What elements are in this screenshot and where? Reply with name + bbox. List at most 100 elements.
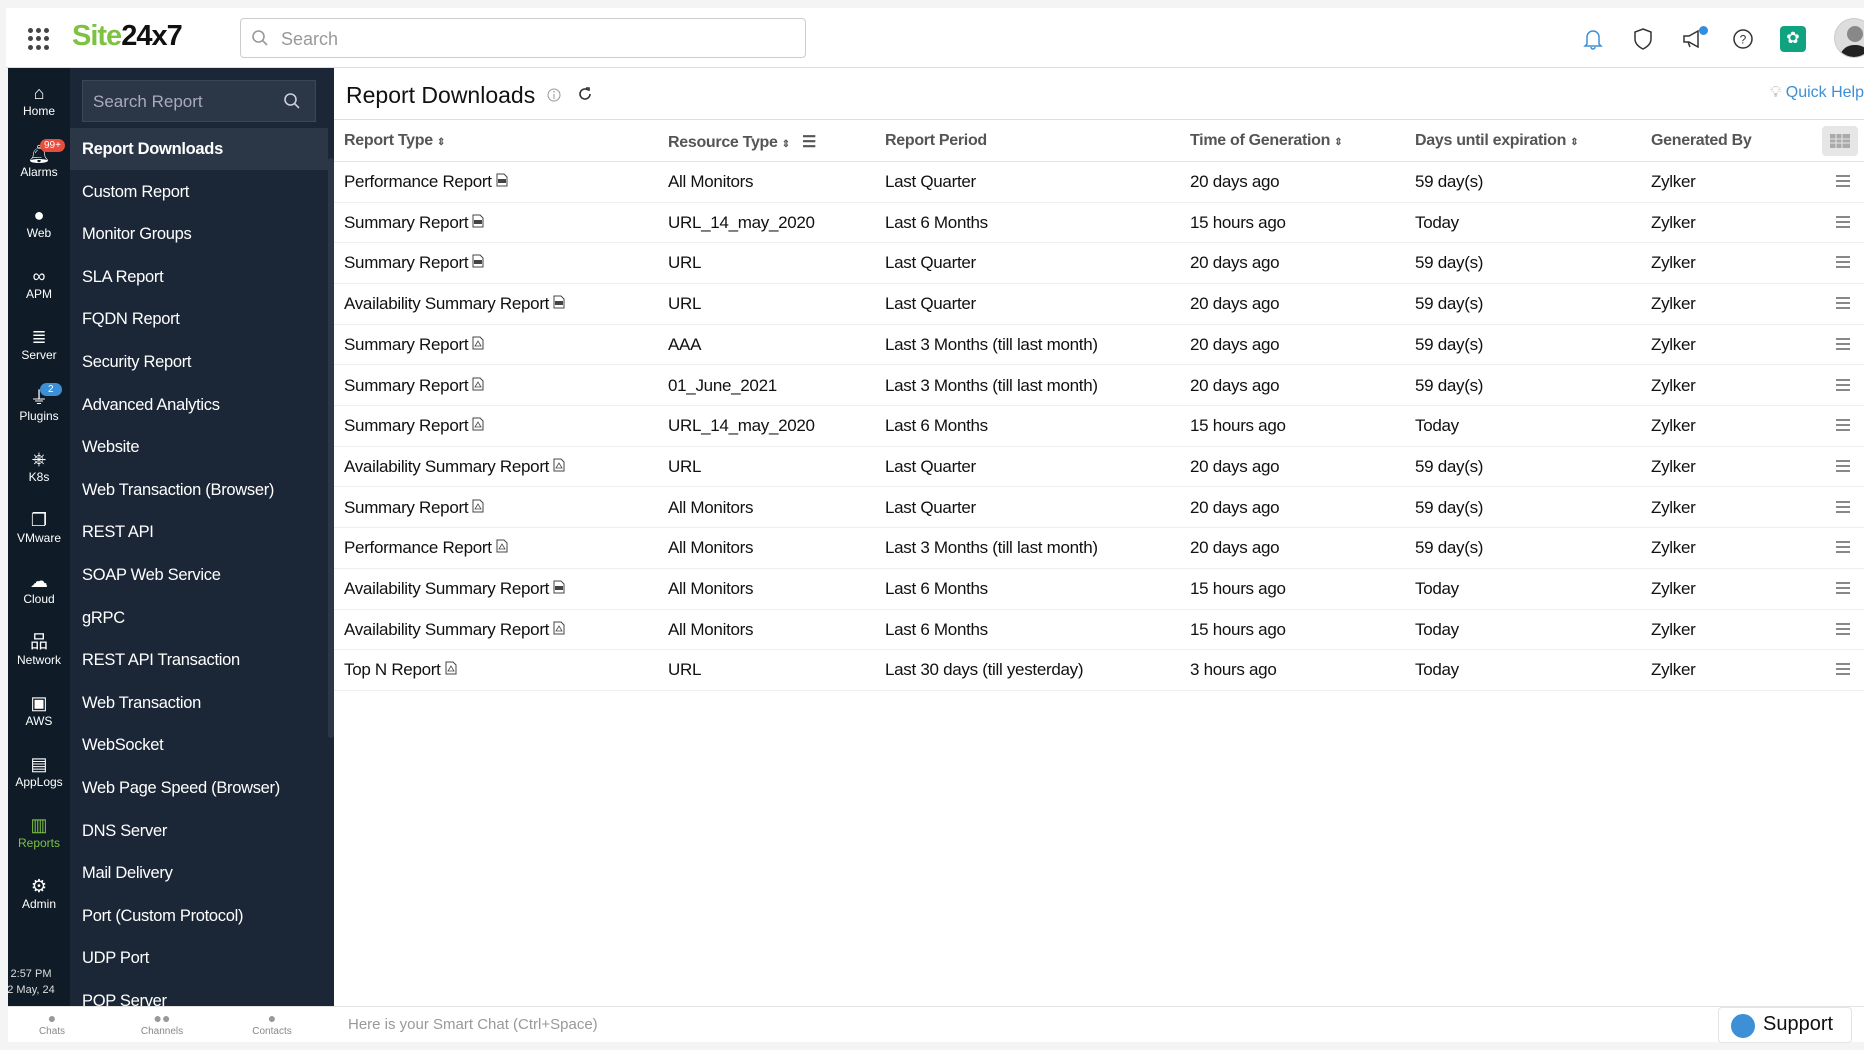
contacts-tab[interactable]: ● Contacts <box>242 1010 302 1037</box>
menu-item[interactable]: WebSocket <box>70 724 328 766</box>
report-type[interactable]: Top N Report <box>344 660 457 680</box>
table-row[interactable]: Summary Report URL_14_may_2020 Last 6 Mont… <box>334 406 1864 447</box>
pdf-file-icon[interactable] <box>472 376 484 396</box>
shield-icon[interactable] <box>1630 26 1656 52</box>
report-type[interactable]: Availability Summary Report <box>344 579 565 599</box>
pdf-file-icon[interactable] <box>496 538 508 558</box>
menu-item[interactable]: Report Downloads <box>70 128 328 170</box>
column-header[interactable]: Resource Type ⇕ ☰ <box>668 132 816 152</box>
table-row[interactable]: Summary Report URL Last Quarter 20 days ago… <box>334 243 1864 284</box>
report-type[interactable]: Performance Report <box>344 538 508 558</box>
column-header[interactable]: Time of Generation ⇕ <box>1190 132 1343 150</box>
report-type[interactable]: Summary Report <box>344 335 484 355</box>
rail-item-cloud[interactable]: ☁ Cloud <box>8 570 70 606</box>
refresh-icon[interactable] <box>576 85 594 103</box>
channels-tab[interactable]: ●● Channels <box>132 1010 192 1037</box>
menu-item[interactable]: Advanced Analytics <box>70 384 328 426</box>
avatar[interactable] <box>1834 18 1864 58</box>
quick-help-link[interactable]: 💡︎ Quick Help <box>1770 84 1864 102</box>
sort-icon[interactable]: ⇕ <box>1570 137 1578 148</box>
menu-item[interactable]: gRPC <box>70 597 328 639</box>
menu-item[interactable]: SLA Report <box>70 256 328 298</box>
menu-item[interactable]: Security Report <box>70 341 328 383</box>
rail-item-admin[interactable]: ⚙ Admin <box>8 875 70 911</box>
rail-item-home[interactable]: ⌂ Home <box>8 82 70 118</box>
column-header[interactable]: Days until expiration ⇕ <box>1415 132 1579 150</box>
support-button[interactable]: Support <box>1718 1007 1852 1043</box>
report-type[interactable]: Summary Report <box>344 498 484 518</box>
rail-item-plugins[interactable]: ⏚ Plugins 2 <box>8 383 70 423</box>
column-header[interactable]: Report Period <box>885 132 987 150</box>
row-menu-icon[interactable] <box>1836 459 1850 475</box>
menu-item[interactable]: Port (Custom Protocol) <box>70 895 328 937</box>
search-report-input[interactable]: Search Report <box>82 80 316 122</box>
menu-item[interactable]: Website <box>70 426 328 468</box>
column-settings-button[interactable] <box>1822 126 1858 156</box>
row-menu-icon[interactable] <box>1836 582 1850 597</box>
row-menu-icon[interactable] <box>1836 215 1850 231</box>
rail-item-applogs[interactable]: ▤ AppLogs <box>8 753 70 789</box>
report-type[interactable]: Performance Report <box>344 172 508 192</box>
table-row[interactable]: Summary Report AAA Last 3 Months (till las… <box>334 325 1864 366</box>
sort-icon[interactable]: ⇕ <box>437 137 445 148</box>
row-menu-icon[interactable] <box>1836 337 1850 353</box>
table-row[interactable]: Availability Summary Report All Monitors L… <box>334 610 1864 651</box>
table-row[interactable]: Performance Report All Monitors Last Quart… <box>334 162 1864 203</box>
menu-item[interactable]: REST API Transaction <box>70 639 328 681</box>
table-row[interactable]: Summary Report 01_June_2021 Last 3 Months … <box>334 366 1864 406</box>
report-type[interactable]: Summary Report <box>344 416 484 436</box>
menu-item[interactable]: DNS Server <box>70 810 328 852</box>
menu-item[interactable]: Custom Report <box>70 171 328 213</box>
menu-item[interactable]: POP Server <box>70 980 328 1006</box>
row-menu-icon[interactable] <box>1836 175 1850 190</box>
menu-item[interactable]: Web Transaction (Browser) <box>70 469 328 511</box>
row-menu-icon[interactable] <box>1836 378 1850 394</box>
rail-item-vmware[interactable]: ❐ VMware <box>8 509 70 545</box>
csv-file-icon[interactable] <box>472 253 484 273</box>
row-menu-icon[interactable] <box>1836 256 1850 271</box>
csv-file-icon[interactable] <box>496 172 508 192</box>
menu-item[interactable]: Web Page Speed (Browser) <box>70 767 328 809</box>
global-search-input[interactable]: Search <box>240 18 806 58</box>
report-type[interactable]: Availability Summary Report <box>344 294 565 314</box>
rail-item-web[interactable]: ● Web <box>8 204 70 240</box>
chats-tab[interactable]: ● Chats <box>22 1010 82 1037</box>
pdf-file-icon[interactable] <box>472 335 484 355</box>
smart-chat-input[interactable]: Here is your Smart Chat (Ctrl+Space) <box>348 1016 598 1033</box>
menu-item[interactable]: Monitor Groups <box>70 213 328 255</box>
row-menu-icon[interactable] <box>1836 663 1850 678</box>
pdf-file-icon[interactable] <box>553 620 565 640</box>
table-row[interactable]: Availability Summary Report URL Last Quart… <box>334 447 1864 488</box>
help-icon[interactable]: ? <box>1730 26 1756 52</box>
report-type[interactable]: Summary Report <box>344 253 484 273</box>
csv-file-icon[interactable] <box>553 294 565 314</box>
report-type[interactable]: Availability Summary Report <box>344 457 565 477</box>
pdf-file-icon[interactable] <box>445 660 457 680</box>
menu-item[interactable]: REST API <box>70 511 328 553</box>
logo[interactable]: Site24x7 <box>72 20 183 53</box>
rail-item-server[interactable]: ≣ Server <box>8 326 70 362</box>
table-row[interactable]: Summary Report All Monitors Last Quarter 20… <box>334 488 1864 529</box>
filter-icon[interactable]: ☰ <box>802 134 816 151</box>
row-menu-icon[interactable] <box>1836 297 1850 312</box>
rail-item-reports[interactable]: ▥ Reports <box>8 814 70 850</box>
row-menu-icon[interactable] <box>1836 622 1850 638</box>
report-type[interactable]: Summary Report <box>344 376 484 396</box>
table-row[interactable]: Performance Report All Monitors Last 3 Mon… <box>334 528 1864 569</box>
rail-item-aws[interactable]: ▣ AWS <box>8 692 70 728</box>
csv-file-icon[interactable] <box>553 579 565 599</box>
pdf-file-icon[interactable] <box>553 457 565 477</box>
table-row[interactable]: Summary Report URL_14_may_2020 Last 6 Mont… <box>334 203 1864 244</box>
row-menu-icon[interactable] <box>1836 500 1850 516</box>
menu-item[interactable]: SOAP Web Service <box>70 554 328 596</box>
row-menu-icon[interactable] <box>1836 419 1850 434</box>
report-type[interactable]: Summary Report <box>344 213 484 233</box>
table-row[interactable]: Availability Summary Report All Monitors L… <box>334 569 1864 610</box>
csv-file-icon[interactable] <box>472 213 484 233</box>
menu-item[interactable]: FQDN Report <box>70 298 328 340</box>
pdf-file-icon[interactable] <box>472 498 484 518</box>
table-row[interactable]: Availability Summary Report URL Last Quart… <box>334 284 1864 325</box>
rail-item-apm[interactable]: ∞ APM <box>8 265 70 301</box>
table-row[interactable]: Top N Report URL Last 30 days (till yester… <box>334 650 1864 691</box>
pdf-file-icon[interactable] <box>472 416 484 436</box>
